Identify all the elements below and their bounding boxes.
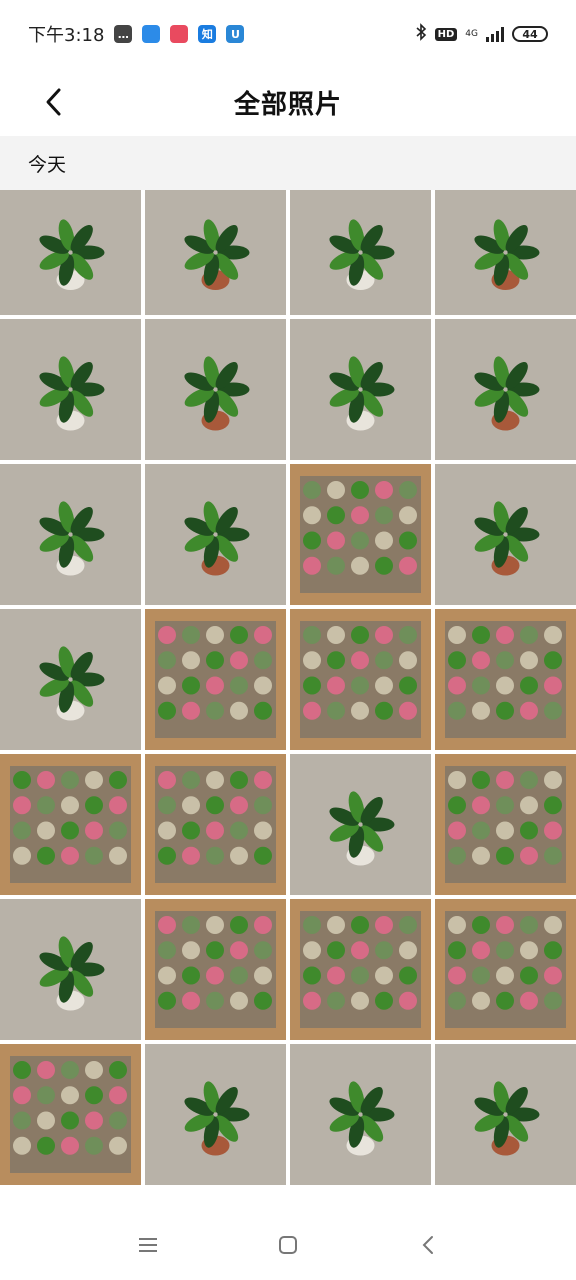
photo-thumbnail[interactable] [435,754,576,895]
photo-thumbnail[interactable] [145,319,286,460]
section-header-today: 今天 [0,136,576,190]
status-bar: 下午3:18 … 知 U HD 4G 44 [0,0,576,68]
network-type: 4G [465,28,478,39]
page-title: 全部照片 [233,89,342,120]
chevron-left-icon [46,88,61,116]
message-icon: … [114,25,133,43]
status-right: HD 4G 44 [415,22,548,46]
photo-thumbnail[interactable] [0,319,141,460]
photo-thumbnail[interactable] [145,899,286,1040]
photo-thumbnail[interactable] [0,609,141,750]
photo-thumbnail[interactable] [0,899,141,1040]
photo-thumbnail[interactable] [0,1044,141,1185]
status-time: 下午3:18 [28,25,105,46]
back-button[interactable] [32,80,76,124]
battery-icon: 44 [512,26,548,42]
photo-thumbnail[interactable] [0,464,141,605]
navigation-bar [0,1210,576,1280]
photo-thumbnail[interactable] [435,899,576,1040]
photo-thumbnail[interactable] [145,1044,286,1185]
photo-thumbnail[interactable] [435,190,576,315]
app-icon-red [170,25,189,43]
photo-thumbnail[interactable] [290,754,431,895]
photo-grid [0,190,576,1210]
photo-thumbnail[interactable] [290,1044,431,1185]
photo-thumbnail[interactable] [435,464,576,605]
photo-thumbnail[interactable] [145,754,286,895]
photo-thumbnail[interactable] [290,464,431,605]
photo-thumbnail[interactable] [145,609,286,750]
photo-thumbnail[interactable] [145,190,286,315]
hd-badge: HD [434,27,458,41]
app-bar: 全部照片 [0,68,576,136]
photo-thumbnail[interactable] [290,319,431,460]
photo-thumbnail[interactable] [290,190,431,315]
zhihu-icon: 知 [198,25,217,43]
photo-thumbnail[interactable] [290,899,431,1040]
back-nav-icon [422,1236,433,1254]
back-nav-button[interactable] [408,1225,448,1265]
photo-thumbnail[interactable] [435,1044,576,1185]
photo-thumbnail[interactable] [435,319,576,460]
home-icon [279,1236,297,1254]
bluetooth-icon [415,22,427,46]
photo-thumbnail[interactable] [145,464,286,605]
status-left: 下午3:18 … 知 U [28,21,245,47]
menu-icon [139,1238,157,1252]
app-icon-blue [142,25,161,43]
shield-icon: U [226,25,245,43]
photo-thumbnail[interactable] [0,754,141,895]
home-button[interactable] [268,1225,308,1265]
section-label: 今天 [28,153,67,176]
photo-thumbnail[interactable] [435,609,576,750]
menu-button[interactable] [128,1225,168,1265]
photo-thumbnail[interactable] [0,190,141,315]
signal-icon [486,26,504,42]
photo-thumbnail[interactable] [290,609,431,750]
